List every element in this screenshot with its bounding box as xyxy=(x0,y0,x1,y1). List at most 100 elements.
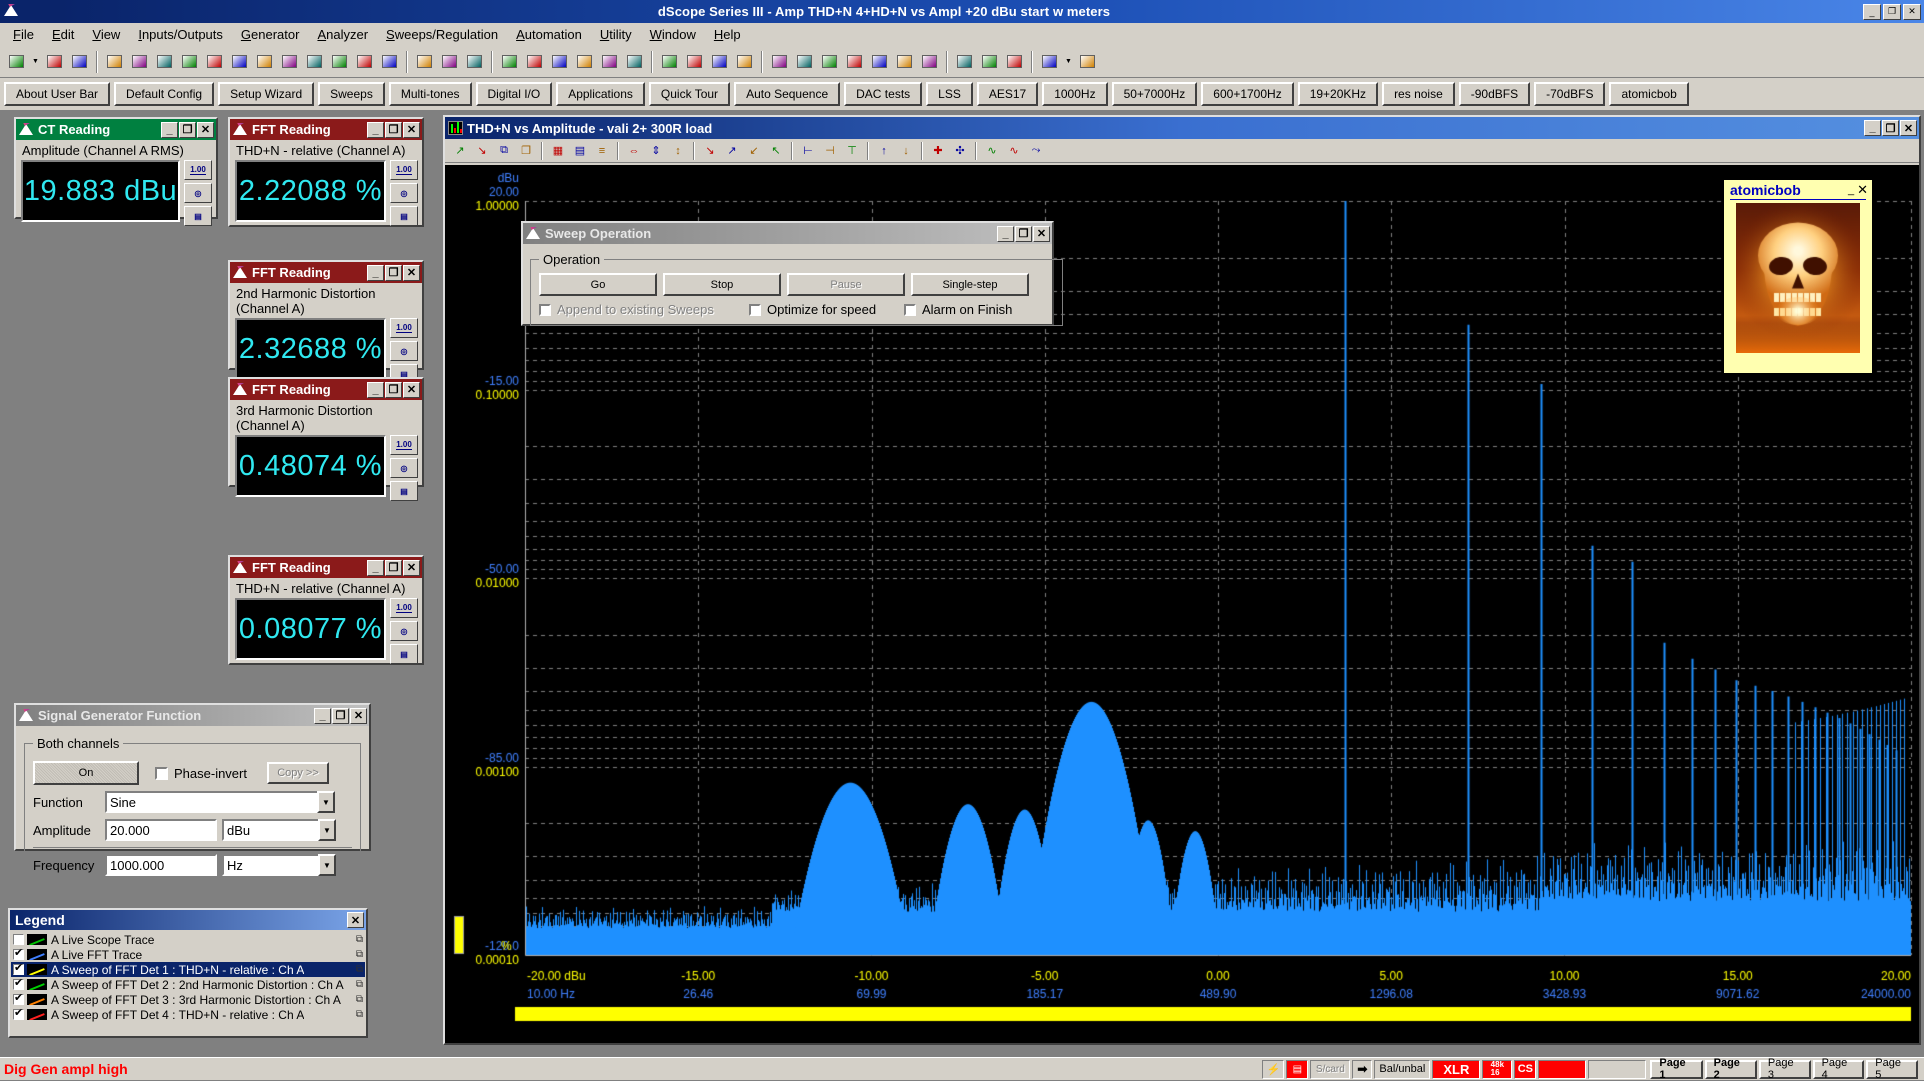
analog-out-icon[interactable]: ⚡ xyxy=(1262,1059,1285,1079)
chart-tool-10-icon[interactable]: ⇕ xyxy=(646,141,666,161)
toolbar-w1-icon[interactable] xyxy=(413,50,436,73)
chevron-down-icon[interactable]: ▼ xyxy=(317,791,335,813)
userbar-button-setup-wizard[interactable]: Setup Wizard xyxy=(218,82,315,106)
toolbar-o3-icon[interactable] xyxy=(153,50,176,73)
table-edit-icon[interactable]: ▤ xyxy=(390,644,418,664)
page-tab-page-1[interactable]: Page 1 xyxy=(1650,1057,1703,1081)
siggen-amplitude-unit-select[interactable]: dBu ▼ xyxy=(222,819,336,841)
scope-probe-icon[interactable]: ◎ xyxy=(390,621,418,641)
sweep-minimize-button[interactable]: _ xyxy=(997,225,1014,242)
legend-item-4[interactable]: A Sweep of FFT Det 3 : 3rd Harmonic Dist… xyxy=(11,991,365,1007)
legend-title-bar[interactable]: Legend ✕ xyxy=(10,910,366,930)
chart-tool-28-icon[interactable]: ∿ xyxy=(982,141,1002,161)
table-edit-icon[interactable]: ▤ xyxy=(390,481,418,501)
app-title-bar[interactable]: dScope Series III - Amp THD+N 4+HD+N vs … xyxy=(0,0,1924,23)
siggen-title-bar[interactable]: Signal Generator Function _ ❐ ✕ xyxy=(16,705,369,726)
toolbar-q1-icon[interactable] xyxy=(953,50,976,73)
userbar-button-auto-sequence[interactable]: Auto Sequence xyxy=(734,82,841,106)
toolbar-i2-icon[interactable] xyxy=(303,50,326,73)
sweep-maximize-button[interactable]: ❐ xyxy=(1015,225,1032,242)
siggen-function-select[interactable]: Sine ▼ xyxy=(105,791,335,813)
toolbar-▼-icon[interactable]: ▼ xyxy=(1063,50,1074,73)
siggen-close-button[interactable]: ✕ xyxy=(350,707,367,724)
toolbar-stop-icon[interactable] xyxy=(683,50,706,73)
toolbar-s1-icon[interactable] xyxy=(708,50,731,73)
userbar-button-aes17[interactable]: AES17 xyxy=(976,82,1039,106)
userbar-button--90dbfs[interactable]: -90dBFS xyxy=(1458,82,1531,106)
meter-maximize-button[interactable]: ❐ xyxy=(179,121,196,138)
userbar-button-19-20khz[interactable]: 19+20KHz xyxy=(1297,82,1379,106)
toolbar-s2-icon[interactable] xyxy=(733,50,756,73)
chart-tool-11-icon[interactable]: ↕ xyxy=(668,141,688,161)
meter-minimize-button[interactable]: _ xyxy=(367,381,384,398)
chart-title-bar[interactable]: THD+N vs Amplitude - vali 2+ 300R load _… xyxy=(445,117,1919,139)
meter-scale-button[interactable]: 1.00 xyxy=(390,318,418,338)
meter-maximize-button[interactable]: ❐ xyxy=(385,381,402,398)
toolbar-save2-icon[interactable] xyxy=(68,50,91,73)
menu-item-edit[interactable]: Edit xyxy=(43,24,83,45)
page-tab-page-4[interactable]: Page 4 xyxy=(1812,1057,1865,1081)
copy-icon[interactable]: ⧉ xyxy=(356,1009,363,1020)
chart-tool-3-icon[interactable]: ❐ xyxy=(516,141,536,161)
toolbar-q3-icon[interactable] xyxy=(1003,50,1026,73)
chart-tool-15-icon[interactable]: ↙ xyxy=(744,141,764,161)
chart-tool-0-icon[interactable]: ↗ xyxy=(450,141,470,161)
legend-checkbox[interactable] xyxy=(13,976,24,990)
toolbar-▼-icon[interactable]: ▼ xyxy=(30,50,41,73)
toolbar-p5-icon[interactable] xyxy=(868,50,891,73)
toolbar-p6-icon[interactable] xyxy=(893,50,916,73)
toolbar-folder-icon[interactable] xyxy=(5,50,28,73)
legend-item-5[interactable]: A Sweep of FFT Det 4 : THD+N - relative … xyxy=(11,1006,365,1022)
userbar-button--70dbfs[interactable]: -70dBFS xyxy=(1534,82,1606,106)
menu-item-analyzer[interactable]: Analyzer xyxy=(308,24,377,45)
meter-scale-button[interactable]: 1.00 xyxy=(390,160,418,180)
legend-close-button[interactable]: ✕ xyxy=(347,912,364,928)
toolbar-ab1-icon[interactable] xyxy=(573,50,596,73)
meter-maximize-button[interactable]: ❐ xyxy=(385,559,402,576)
legend-checkbox[interactable] xyxy=(13,934,24,945)
scope-probe-icon[interactable]: ◎ xyxy=(184,183,212,203)
checkbox-box[interactable] xyxy=(539,303,551,316)
toolbar-i4-icon[interactable] xyxy=(353,50,376,73)
meter-minimize-button[interactable]: _ xyxy=(161,121,178,138)
userbar-button-digital-i-o[interactable]: Digital I/O xyxy=(475,82,553,106)
close-button[interactable]: ✕ xyxy=(1903,3,1921,20)
menu-item-inputs-outputs[interactable]: Inputs/Outputs xyxy=(129,24,232,45)
legend-item-3[interactable]: A Sweep of FFT Det 2 : 2nd Harmonic Dist… xyxy=(11,976,365,992)
scope-probe-icon[interactable]: ◎ xyxy=(390,458,418,478)
toolbar-xx-icon[interactable] xyxy=(378,50,401,73)
toolbar-save-icon[interactable] xyxy=(43,50,66,73)
copy-icon[interactable]: ⧉ xyxy=(356,934,363,945)
chart-tool-29-icon[interactable]: ∿ xyxy=(1004,141,1024,161)
meter-close-button[interactable]: ✕ xyxy=(197,121,214,138)
table-edit-icon[interactable]: ▤ xyxy=(390,206,418,226)
legend-checkbox[interactable] xyxy=(13,991,24,1005)
menu-item-automation[interactable]: Automation xyxy=(507,24,591,45)
userbar-button-sweeps[interactable]: Sweeps xyxy=(318,82,385,106)
toolbar-p7-icon[interactable] xyxy=(918,50,941,73)
meter-close-button[interactable]: ✕ xyxy=(403,264,420,281)
chart-tool-6-icon[interactable]: ▤ xyxy=(570,141,590,161)
atomicbob-close-button[interactable]: ✕ xyxy=(1857,182,1868,198)
chart-tool-25-icon[interactable]: ✚ xyxy=(928,141,948,161)
scope-probe-icon[interactable]: ◎ xyxy=(390,183,418,203)
meter-title-bar[interactable]: FFT Reading _ ❐ ✕ xyxy=(230,119,422,140)
userbar-button-quick-tour[interactable]: Quick Tour xyxy=(648,82,731,106)
meter-title-bar[interactable]: CT Reading _ ❐ ✕ xyxy=(16,119,216,140)
toolbar-i1-icon[interactable] xyxy=(278,50,301,73)
minimize-button[interactable]: _ xyxy=(1863,3,1881,20)
userbar-button-50-7000hz[interactable]: 50+7000Hz xyxy=(1111,82,1198,106)
chart-tool-26-icon[interactable]: ✣ xyxy=(950,141,970,161)
meter-scale-button[interactable]: 1.00 xyxy=(390,598,418,618)
page-tab-page-3[interactable]: Page 3 xyxy=(1758,1057,1811,1081)
toolbar-p4-icon[interactable] xyxy=(843,50,866,73)
atomicbob-minimize-button[interactable]: _ xyxy=(1848,184,1854,196)
scope-probe-icon[interactable]: ◎ xyxy=(390,341,418,361)
chart-maximize-button[interactable]: ❐ xyxy=(1882,120,1899,136)
meter-close-button[interactable]: ✕ xyxy=(403,121,420,138)
chart-tool-13-icon[interactable]: ↘ xyxy=(700,141,720,161)
phase-invert-checkbox[interactable] xyxy=(155,766,168,780)
sweep-stop-button[interactable]: Stop xyxy=(663,273,781,296)
checkbox-box[interactable] xyxy=(749,303,761,316)
chart-tool-5-icon[interactable]: ▦ xyxy=(548,141,568,161)
